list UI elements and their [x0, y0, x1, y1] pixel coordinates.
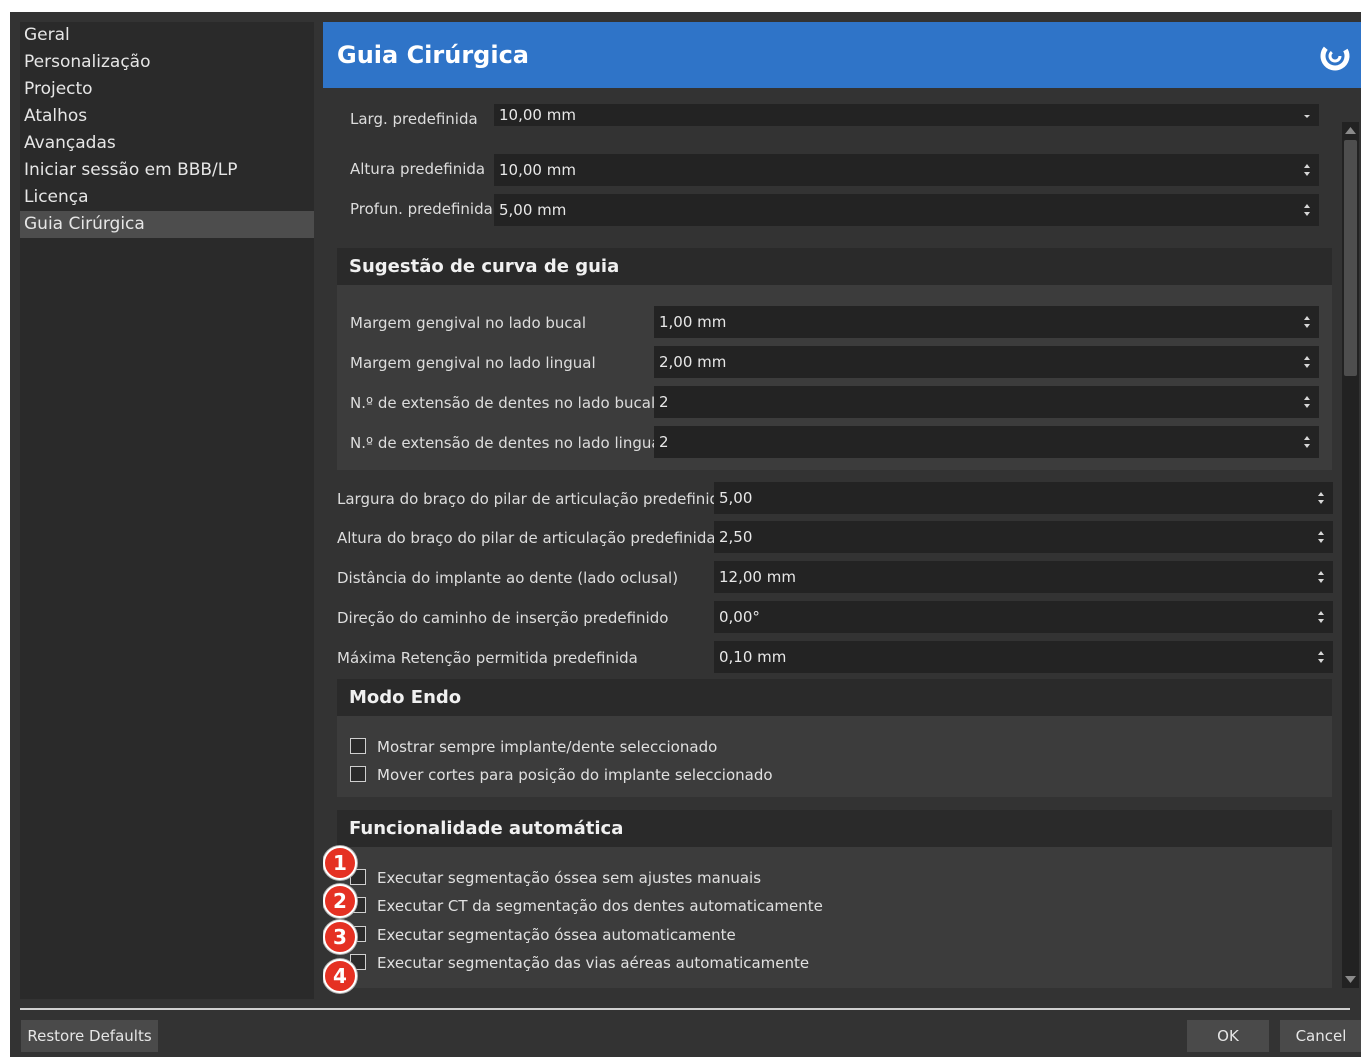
scroll-thumb[interactable] — [1344, 140, 1357, 376]
arm-width-input[interactable]: 5,00 — [714, 482, 1333, 514]
sidebar-item-geral[interactable]: Geral — [20, 22, 314, 49]
sidebar-item-personalizacao[interactable]: Personalização — [20, 49, 314, 76]
callout-badge-4: 4 — [323, 959, 357, 993]
page-header: Guia Cirúrgica — [323, 22, 1361, 88]
scroll-up-arrow-icon[interactable] — [1342, 122, 1359, 139]
spin-arrows-icon[interactable] — [1299, 306, 1315, 338]
settings-panel: Larg. predefinida 10,00 mm Altura predef… — [323, 94, 1361, 999]
sidebar-item-guia-cirurgica[interactable]: Guia Cirúrgica — [20, 211, 314, 238]
sidebar-item-licenca[interactable]: Licença — [20, 184, 314, 211]
height-input[interactable]: 10,00 mm — [494, 154, 1319, 186]
spin-arrows-icon[interactable] — [1299, 154, 1315, 186]
sidebar: Geral Personalização Projecto Atalhos Av… — [20, 22, 314, 999]
field-label: Altura predefinida — [350, 160, 486, 178]
spin-arrows-icon[interactable] — [1313, 521, 1329, 553]
spin-arrows-icon[interactable] — [1313, 601, 1329, 633]
insertion-direction-input[interactable]: 0,00° — [714, 601, 1333, 633]
lingual-margin-input[interactable]: 2,00 mm — [654, 346, 1319, 378]
group-header: Funcionalidade automática — [337, 810, 1332, 847]
endo-mode-group: Modo Endo Mostrar sempre implante/dente … — [337, 679, 1332, 797]
sidebar-item-atalhos[interactable]: Atalhos — [20, 103, 314, 130]
sidebar-item-projecto[interactable]: Projecto — [20, 76, 314, 103]
vertical-scrollbar[interactable] — [1342, 122, 1359, 988]
spin-arrows-icon[interactable] — [1299, 386, 1315, 418]
spin-arrows-icon[interactable] — [1299, 346, 1315, 378]
spin-arrows-icon[interactable] — [1313, 561, 1329, 593]
footer-divider — [20, 1008, 1350, 1010]
spin-arrows-icon[interactable] — [1313, 641, 1329, 673]
arm-height-input[interactable]: 2,50 — [714, 521, 1333, 553]
spin-arrows-icon[interactable] — [1299, 194, 1315, 226]
scroll-down-arrow-icon[interactable] — [1342, 971, 1359, 988]
checkbox[interactable] — [350, 766, 366, 782]
group-title: Funcionalidade automática — [349, 818, 624, 839]
callout-badge-2: 2 — [323, 884, 357, 918]
field-label: N.º de extensão de dentes no lado bucal — [350, 394, 656, 412]
preferences-dialog: Geral Personalização Projecto Atalhos Av… — [10, 12, 1361, 1057]
max-retention-input[interactable]: 0,10 mm — [714, 641, 1333, 673]
page-title: Guia Cirúrgica — [337, 41, 529, 69]
buccal-extension-input[interactable]: 2 — [654, 386, 1319, 418]
swirl-logo-icon — [1320, 41, 1350, 71]
field-label: Distância do implante ao dente (lado ocl… — [337, 569, 679, 587]
callout-badge-3: 3 — [323, 920, 357, 954]
depth-input[interactable]: 5,00 mm — [494, 194, 1319, 226]
width-input[interactable]: 10,00 mm — [494, 104, 1319, 126]
checkbox[interactable] — [350, 738, 366, 754]
callout-badge-1: 1 — [323, 846, 357, 880]
lingual-extension-input[interactable]: 2 — [654, 426, 1319, 458]
field-label: Profun. predefinida — [350, 200, 493, 218]
group-header: Modo Endo — [337, 679, 1332, 716]
group-title: Sugestão de curva de guia — [349, 256, 620, 277]
sidebar-item-avancadas[interactable]: Avançadas — [20, 130, 314, 157]
auto-function-group: Funcionalidade automática Executar segme… — [337, 810, 1332, 988]
field-label: Larg. predefinida — [350, 110, 478, 128]
spin-arrows-icon[interactable] — [1313, 482, 1329, 514]
spin-arrows-icon[interactable] — [1299, 426, 1315, 458]
group-title: Modo Endo — [349, 687, 462, 708]
implant-distance-input[interactable]: 12,00 mm — [714, 561, 1333, 593]
group-header: Sugestão de curva de guia — [337, 248, 1332, 285]
field-label: Margem gengival no lado bucal — [350, 314, 587, 332]
field-label: Altura do braço do pilar de articulação … — [337, 529, 716, 547]
field-label: Margem gengival no lado lingual — [350, 354, 596, 372]
field-label: N.º de extensão de dentes no lado lingua… — [350, 434, 665, 452]
buccal-margin-input[interactable]: 1,00 mm — [654, 306, 1319, 338]
ok-button[interactable]: OK — [1187, 1020, 1269, 1052]
field-label: Largura do braço do pilar de articulação… — [337, 490, 729, 508]
cancel-button[interactable]: Cancel — [1280, 1020, 1361, 1052]
field-label: Direção do caminho de inserção predefini… — [337, 609, 669, 627]
spin-down-icon[interactable] — [1299, 104, 1315, 126]
field-label: Máxima Retenção permitida predefinida — [337, 649, 638, 667]
sidebar-item-login[interactable]: Iniciar sessão em BBB/LP — [20, 157, 314, 184]
restore-defaults-button[interactable]: Restore Defaults — [21, 1020, 158, 1052]
